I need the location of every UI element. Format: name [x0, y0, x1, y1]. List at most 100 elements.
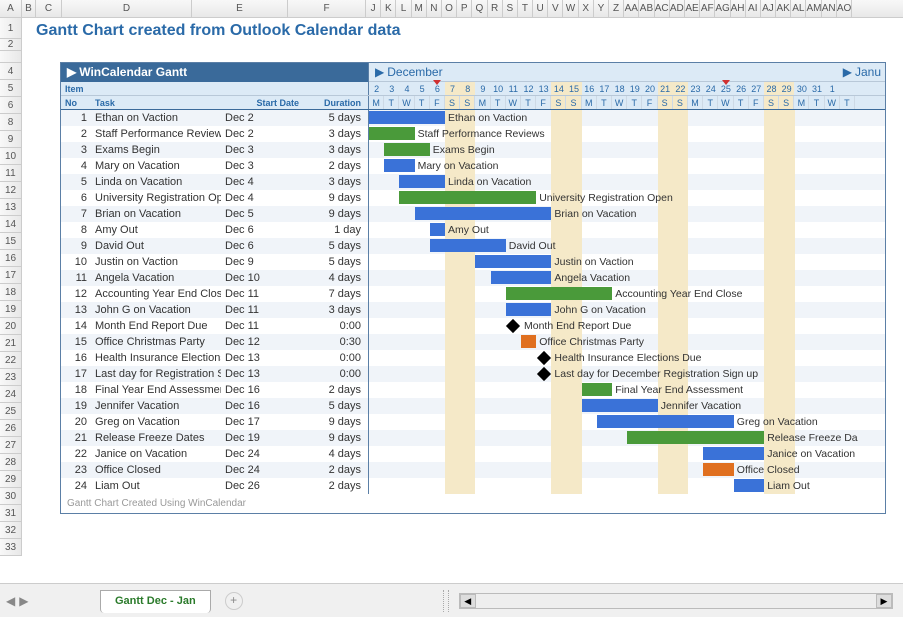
row-header[interactable]: 9	[0, 131, 21, 148]
col-header[interactable]: AM	[806, 0, 821, 17]
col-header[interactable]: K	[381, 0, 396, 17]
row-header[interactable]: 13	[0, 199, 21, 216]
col-header[interactable]: AB	[639, 0, 654, 17]
col-header[interactable]: T	[518, 0, 533, 17]
col-header[interactable]: B	[22, 0, 36, 17]
row-header[interactable]: 11	[0, 165, 21, 182]
col-header[interactable]: N	[427, 0, 442, 17]
table-row[interactable]: 23Office ClosedDec 242 daysOffice Closed	[61, 462, 885, 478]
row-header[interactable]: 19	[0, 301, 21, 318]
row-header[interactable]: 10	[0, 148, 21, 165]
col-header[interactable]: AE	[685, 0, 700, 17]
col-header[interactable]: P	[457, 0, 472, 17]
table-row[interactable]: 8Amy OutDec 61 dayAmy Out	[61, 222, 885, 238]
table-row[interactable]: 3Exams BeginDec 33 daysExams Begin	[61, 142, 885, 158]
col-header[interactable]: AA	[624, 0, 639, 17]
col-header[interactable]: AN	[822, 0, 837, 17]
gantt-month-header[interactable]: ▶December▶Janu	[369, 63, 885, 82]
tab-prev-icon[interactable]: ◀	[6, 594, 15, 608]
table-row[interactable]: 13John G on VacationDec 113 daysJohn G o…	[61, 302, 885, 318]
gantt-bar[interactable]	[703, 447, 764, 460]
col-header[interactable]: V	[548, 0, 563, 17]
gantt-bar[interactable]	[384, 159, 414, 172]
tab-next-icon[interactable]: ▶	[19, 594, 28, 608]
table-row[interactable]: 14Month End Report DueDec 110:00Month En…	[61, 318, 885, 334]
collapse-icon[interactable]: ▶	[67, 65, 76, 79]
table-row[interactable]: 12Accounting Year End CloseDec 117 daysA…	[61, 286, 885, 302]
gantt-bar[interactable]	[384, 143, 430, 156]
col-header[interactable]: C	[36, 0, 62, 17]
add-sheet-button[interactable]: +	[225, 592, 243, 610]
row-header[interactable]: 15	[0, 233, 21, 250]
row-header[interactable]: 14	[0, 216, 21, 233]
scroll-left-button[interactable]: ◀	[460, 594, 476, 608]
gantt-bar[interactable]	[627, 431, 764, 444]
gantt-bar[interactable]	[430, 239, 506, 252]
table-row[interactable]: 5Linda on VacationDec 43 daysLinda on Va…	[61, 174, 885, 190]
gantt-bar[interactable]	[703, 463, 733, 476]
row-header[interactable]: 29	[0, 471, 21, 488]
col-header[interactable]: R	[488, 0, 503, 17]
row-header[interactable]: 17	[0, 267, 21, 284]
row-header[interactable]: 16	[0, 250, 21, 267]
row-header[interactable]: 33	[0, 539, 21, 556]
col-header[interactable]: F	[288, 0, 366, 17]
gantt-bar[interactable]	[430, 223, 445, 236]
row-header[interactable]: 1	[0, 18, 21, 39]
gantt-bar[interactable]	[582, 383, 612, 396]
col-header[interactable]: D	[62, 0, 192, 17]
col-header[interactable]: W	[563, 0, 578, 17]
col-header[interactable]: U	[533, 0, 548, 17]
row-header[interactable]: 5	[0, 80, 21, 97]
table-row[interactable]: 9David OutDec 65 daysDavid Out	[61, 238, 885, 254]
col-header[interactable]: E	[192, 0, 288, 17]
table-row[interactable]: 4Mary on VacationDec 32 daysMary on Vaca…	[61, 158, 885, 174]
gantt-bar[interactable]	[415, 207, 552, 220]
row-header[interactable]: 25	[0, 403, 21, 420]
row-header[interactable]: 23	[0, 369, 21, 386]
col-header[interactable]: AG	[715, 0, 730, 17]
row-header[interactable]: 24	[0, 386, 21, 403]
table-row[interactable]: 22Janice on VacationDec 244 daysJanice o…	[61, 446, 885, 462]
collapse-icon[interactable]: ▶	[375, 65, 384, 79]
row-header[interactable]: 6	[0, 97, 21, 114]
spreadsheet-col-headers[interactable]: ABCDEFJKLMNOPQRSTUVWXYZAAABACADAEAFAGAHA…	[0, 0, 903, 18]
table-row[interactable]: 1Ethan on VactionDec 25 daysEthan on Vac…	[61, 110, 885, 126]
col-header[interactable]: Z	[609, 0, 624, 17]
gantt-bar[interactable]	[399, 191, 536, 204]
col-header[interactable]: O	[442, 0, 457, 17]
table-row[interactable]: 20Greg on VacationDec 179 daysGreg on Va…	[61, 414, 885, 430]
gantt-bar[interactable]	[491, 271, 552, 284]
row-header[interactable]: 8	[0, 114, 21, 131]
table-row[interactable]: 2Staff Performance ReviewsDec 23 daysSta…	[61, 126, 885, 142]
gantt-bar[interactable]	[582, 399, 658, 412]
collapse-icon[interactable]: ▶	[843, 65, 852, 79]
gantt-bar[interactable]	[734, 479, 764, 492]
row-header[interactable]: 28	[0, 454, 21, 471]
table-row[interactable]: 17Last day for Registration Sign upDec 1…	[61, 366, 885, 382]
row-header[interactable]: 32	[0, 522, 21, 539]
gantt-bar[interactable]	[369, 111, 445, 124]
col-header[interactable]: Q	[472, 0, 487, 17]
tab-split-handle[interactable]	[443, 590, 449, 612]
row-header[interactable]: 4	[0, 63, 21, 80]
table-row[interactable]: 24Liam OutDec 262 daysLiam Out	[61, 478, 885, 494]
col-header[interactable]: AJ	[761, 0, 776, 17]
spreadsheet-row-headers[interactable]: 1245689101112131415161718192021222324252…	[0, 18, 22, 556]
row-header[interactable]: 21	[0, 335, 21, 352]
row-header[interactable]: 26	[0, 420, 21, 437]
col-header[interactable]: AD	[670, 0, 685, 17]
row-header[interactable]: 22	[0, 352, 21, 369]
sheet-tab-active[interactable]: Gantt Dec - Jan	[100, 590, 211, 613]
col-header[interactable]: J	[366, 0, 381, 17]
table-row[interactable]: 15Office Christmas PartyDec 120:30Office…	[61, 334, 885, 350]
col-header[interactable]: L	[396, 0, 411, 17]
table-row[interactable]: 7Brian on VacationDec 59 daysBrian on Va…	[61, 206, 885, 222]
col-header[interactable]: AI	[746, 0, 761, 17]
gantt-bar[interactable]	[521, 335, 536, 348]
table-row[interactable]: 18Final Year End AssessmentDec 162 daysF…	[61, 382, 885, 398]
gantt-bar[interactable]	[597, 415, 734, 428]
row-header[interactable]: 2	[0, 39, 21, 51]
col-header[interactable]: Y	[594, 0, 609, 17]
col-header[interactable]: AO	[837, 0, 852, 17]
